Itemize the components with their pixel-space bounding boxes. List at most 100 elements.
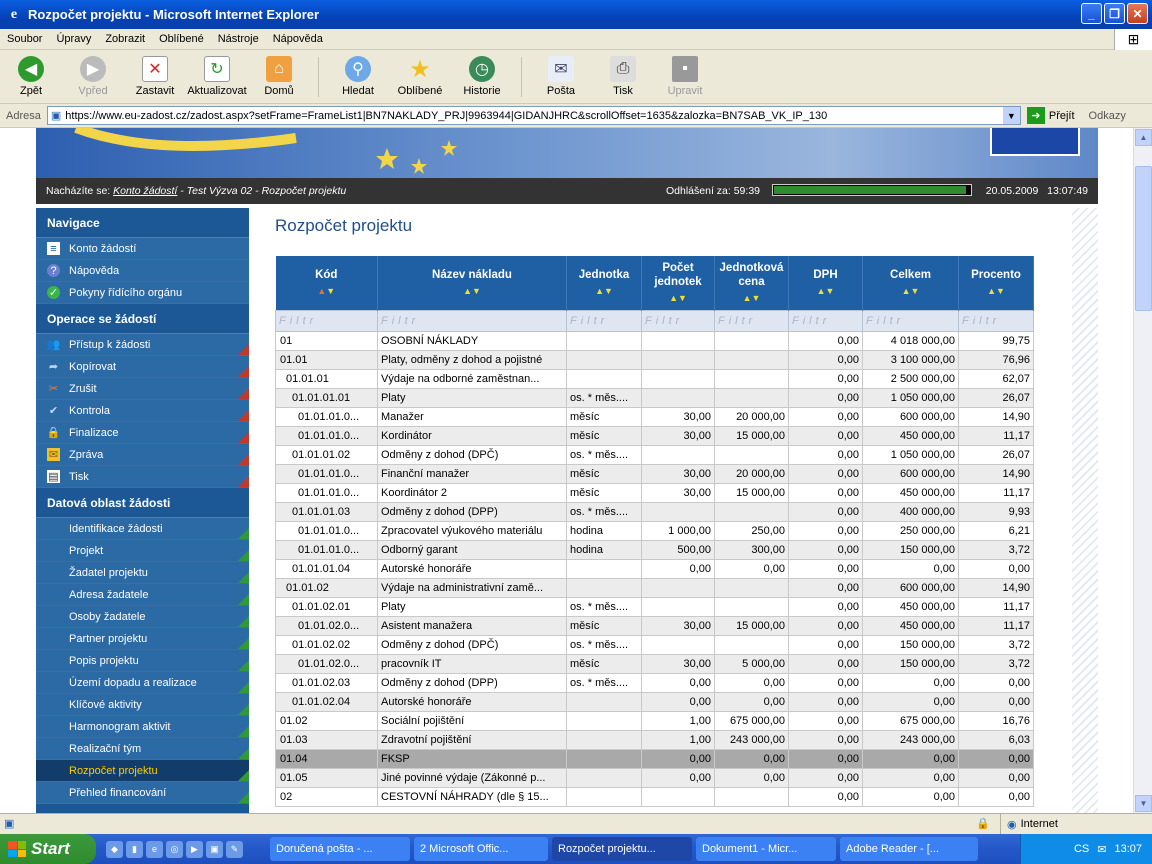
table-row[interactable]: 01 OSOBNÍ NÁKLADY 0,00 4 018 000,00 99,75 — [275, 330, 1034, 351]
menu-zobrazit[interactable]: Zobrazit — [98, 33, 152, 45]
sidebar-item-osoby[interactable]: Osoby žadatele — [36, 606, 249, 628]
maximize-button[interactable]: ❐ — [1104, 3, 1125, 24]
scroll-thumb[interactable] — [1135, 166, 1152, 311]
sidebar-item-realizacni-tym[interactable]: Realizační tým — [36, 738, 249, 760]
sort-arrows-icon[interactable]: ▲▼ — [378, 284, 566, 298]
quicklaunch-icon[interactable]: ◎ — [166, 840, 183, 858]
sidebar-item-rozpocet[interactable]: Rozpočet projektu — [36, 760, 249, 782]
table-row[interactable]: 01.03 Zdravotní pojištění 1,00 243 000,00 0,… — [275, 729, 1034, 750]
table-row[interactable]: 01.01.02.03 Odměny z dohod (DPP) os. * měs… — [275, 672, 1034, 693]
table-row[interactable]: 01.01.01.0... Kordinátor měsíc 30,00 15 000,… — [275, 425, 1034, 446]
tray-icon[interactable]: ✉ — [1097, 843, 1106, 856]
scroll-up-icon[interactable]: ▲ — [1135, 129, 1152, 146]
table-row[interactable]: 01.01.02.02 Odměny z dohod (DPČ) os. * měs… — [275, 634, 1034, 655]
edit-button[interactable]: ▪ Upravit — [654, 52, 716, 102]
links-button[interactable]: Odkazy — [1089, 110, 1126, 122]
favorites-button[interactable]: ★ Oblíbené — [389, 52, 451, 102]
sort-arrows-icon[interactable]: ▲▼ — [959, 284, 1033, 298]
table-row[interactable]: 01.01.02.0... Asistent manažera měsíc 30,00… — [275, 615, 1034, 636]
table-row[interactable]: 01.01.01.0... Manažer měsíc 30,00 20 000,00 0… — [275, 406, 1034, 427]
sidebar-item-projekt[interactable]: Projekt — [36, 540, 249, 562]
menu-upravy[interactable]: Úpravy — [49, 33, 98, 45]
sidebar-item-klicove-aktivity[interactable]: Klíčové aktivity — [36, 694, 249, 716]
minimize-button[interactable]: _ — [1081, 3, 1102, 24]
print-button[interactable]: ⎙ Tisk — [592, 52, 654, 102]
menu-nastroje[interactable]: Nástroje — [211, 33, 266, 45]
quicklaunch-icon[interactable]: ◆ — [106, 840, 123, 858]
sidebar-item-zprava[interactable]: ✉ Zpráva — [36, 444, 249, 466]
sort-arrows-icon[interactable]: ▲▼ — [276, 284, 378, 298]
sidebar-item-popis[interactable]: Popis projektu — [36, 650, 249, 672]
menu-oblibene[interactable]: Oblíbené — [152, 33, 211, 45]
task-item[interactable]: 2 Microsoft Offic... — [414, 837, 548, 861]
address-input[interactable]: ▣ https://www.eu-zadost.cz/zadost.aspx?s… — [46, 106, 1021, 125]
quicklaunch-ie-icon[interactable]: e — [146, 840, 163, 858]
sidebar-item-prehled-financovani[interactable]: Přehled financování — [36, 782, 249, 804]
col-cena[interactable]: Jednotková cena ▲▼ — [714, 256, 789, 310]
scroll-down-icon[interactable]: ▼ — [1135, 795, 1152, 812]
stop-button[interactable]: ✕ Zastavit — [124, 52, 186, 102]
sidebar-item-kontrola[interactable]: ✔ Kontrola — [36, 400, 249, 422]
sidebar-item-harmonogram[interactable]: Harmonogram aktivit — [36, 716, 249, 738]
table-row[interactable]: 01.01.01.0... Odborný garant hodina 500,00 3… — [275, 539, 1034, 560]
table-row[interactable]: 01.05 Jiné povinné výdaje (Zákonné p... 0,… — [275, 767, 1034, 788]
home-button[interactable]: ⌂ Domů — [248, 52, 310, 102]
table-row[interactable]: 02 CESTOVNÍ NÁHRADY (dle § 15... 0,00 0,00 0… — [275, 786, 1034, 807]
refresh-button[interactable]: ↻ Aktualizovat — [186, 52, 248, 102]
sidebar-item-konto[interactable]: ≡ Konto žádostí — [36, 238, 249, 260]
col-kod[interactable]: Kód ▲▼ — [275, 256, 378, 310]
back-button[interactable]: ◀ Zpět — [0, 52, 62, 102]
filter-input[interactable]: Filtr — [862, 309, 959, 332]
mail-button[interactable]: ✉ Pošta — [530, 52, 592, 102]
filter-input[interactable]: Filtr — [714, 309, 789, 332]
start-button[interactable]: Start — [0, 834, 96, 864]
sidebar-item-finalizace[interactable]: 🔒 Finalizace — [36, 422, 249, 444]
col-pocet[interactable]: Počet jednotek ▲▼ — [641, 256, 715, 310]
menu-soubor[interactable]: Soubor — [0, 33, 49, 45]
sidebar-item-zrusit[interactable]: ✂ Zrušit — [36, 378, 249, 400]
sidebar-item-pokyny[interactable]: ✓ Pokyny řídícího orgánu — [36, 282, 249, 304]
vertical-scrollbar[interactable]: ▲ ▼ — [1133, 128, 1152, 813]
quicklaunch-icon[interactable]: ▮ — [126, 840, 143, 858]
table-row[interactable]: 01.01.02.0... pracovník IT měsíc 30,00 5 000… — [275, 653, 1034, 674]
sidebar-item-zadatel[interactable]: Žadatel projektu — [36, 562, 249, 584]
sort-arrows-icon[interactable]: ▲▼ — [567, 284, 641, 298]
sidebar-item-napoveda[interactable]: ? Nápověda — [36, 260, 249, 282]
sort-arrows-icon[interactable]: ▲▼ — [715, 291, 788, 305]
filter-input[interactable]: Filtr — [275, 309, 378, 332]
task-item[interactable]: Dokument1 - Micr... — [696, 837, 836, 861]
table-row[interactable]: 01.01.01.02 Odměny z dohod (DPČ) os. * měs… — [275, 444, 1034, 465]
table-row[interactable]: 01.01.01.01 Platy os. * měs.... 0,00 1 050 0… — [275, 387, 1034, 408]
quicklaunch-icon[interactable]: ▣ — [206, 840, 223, 858]
table-row[interactable]: 01.04 FKSP 0,00 0,00 0,00 0,00 0,00 — [275, 748, 1034, 769]
table-row[interactable]: 01.01 Platy, odměny z dohod a pojistné 0,0… — [275, 349, 1034, 370]
go-button[interactable]: ➜ Přejít — [1026, 107, 1075, 124]
sort-arrows-icon[interactable]: ▲▼ — [642, 291, 714, 305]
col-procento[interactable]: Procento ▲▼ — [958, 256, 1034, 310]
col-nazev[interactable]: Název nákladu ▲▼ — [377, 256, 567, 310]
search-button[interactable]: ⚲ Hledat — [327, 52, 389, 102]
table-row[interactable]: 01.01.02.01 Platy os. * měs.... 0,00 450 000… — [275, 596, 1034, 617]
sidebar-item-adresa[interactable]: Adresa žadatele — [36, 584, 249, 606]
close-button[interactable]: ✕ — [1127, 3, 1148, 24]
quicklaunch-icon[interactable]: ✎ — [226, 840, 243, 858]
sort-arrows-icon[interactable]: ▲▼ — [863, 284, 958, 298]
table-row[interactable]: 01.01.01 Výdaje na odborné zaměstnan... 0,… — [275, 368, 1034, 389]
col-celkem[interactable]: Celkem ▲▼ — [862, 256, 959, 310]
sidebar-item-partner[interactable]: Partner projektu — [36, 628, 249, 650]
col-jednotka[interactable]: Jednotka ▲▼ — [566, 256, 642, 310]
sidebar-item-tisk[interactable]: ▤ Tisk — [36, 466, 249, 488]
table-row[interactable]: 01.01.01.0... Finanční manažer měsíc 30,00 2… — [275, 463, 1034, 484]
history-button[interactable]: ◷ Historie — [451, 52, 513, 102]
table-row[interactable]: 01.01.01.04 Autorské honoráře 0,00 0,00 0,00… — [275, 558, 1034, 579]
task-item[interactable]: Adobe Reader - [... — [840, 837, 978, 861]
sort-arrows-icon[interactable]: ▲▼ — [789, 284, 862, 298]
breadcrumb-link[interactable]: Konto žádostí — [113, 185, 177, 197]
table-row[interactable]: 01.01.02 Výdaje na administrativní zamě..… — [275, 577, 1034, 598]
task-item-active[interactable]: Rozpočet projektu... — [552, 837, 692, 861]
table-row[interactable]: 01.01.01.03 Odměny z dohod (DPP) os. * měs… — [275, 501, 1034, 522]
filter-input[interactable]: Filtr — [377, 309, 567, 332]
filter-input[interactable]: Filtr — [788, 309, 863, 332]
sidebar-item-kopirovat[interactable]: ➦ Kopírovat — [36, 356, 249, 378]
table-row[interactable]: 01.01.02.04 Autorské honoráře 0,00 0,00 0,00… — [275, 691, 1034, 712]
